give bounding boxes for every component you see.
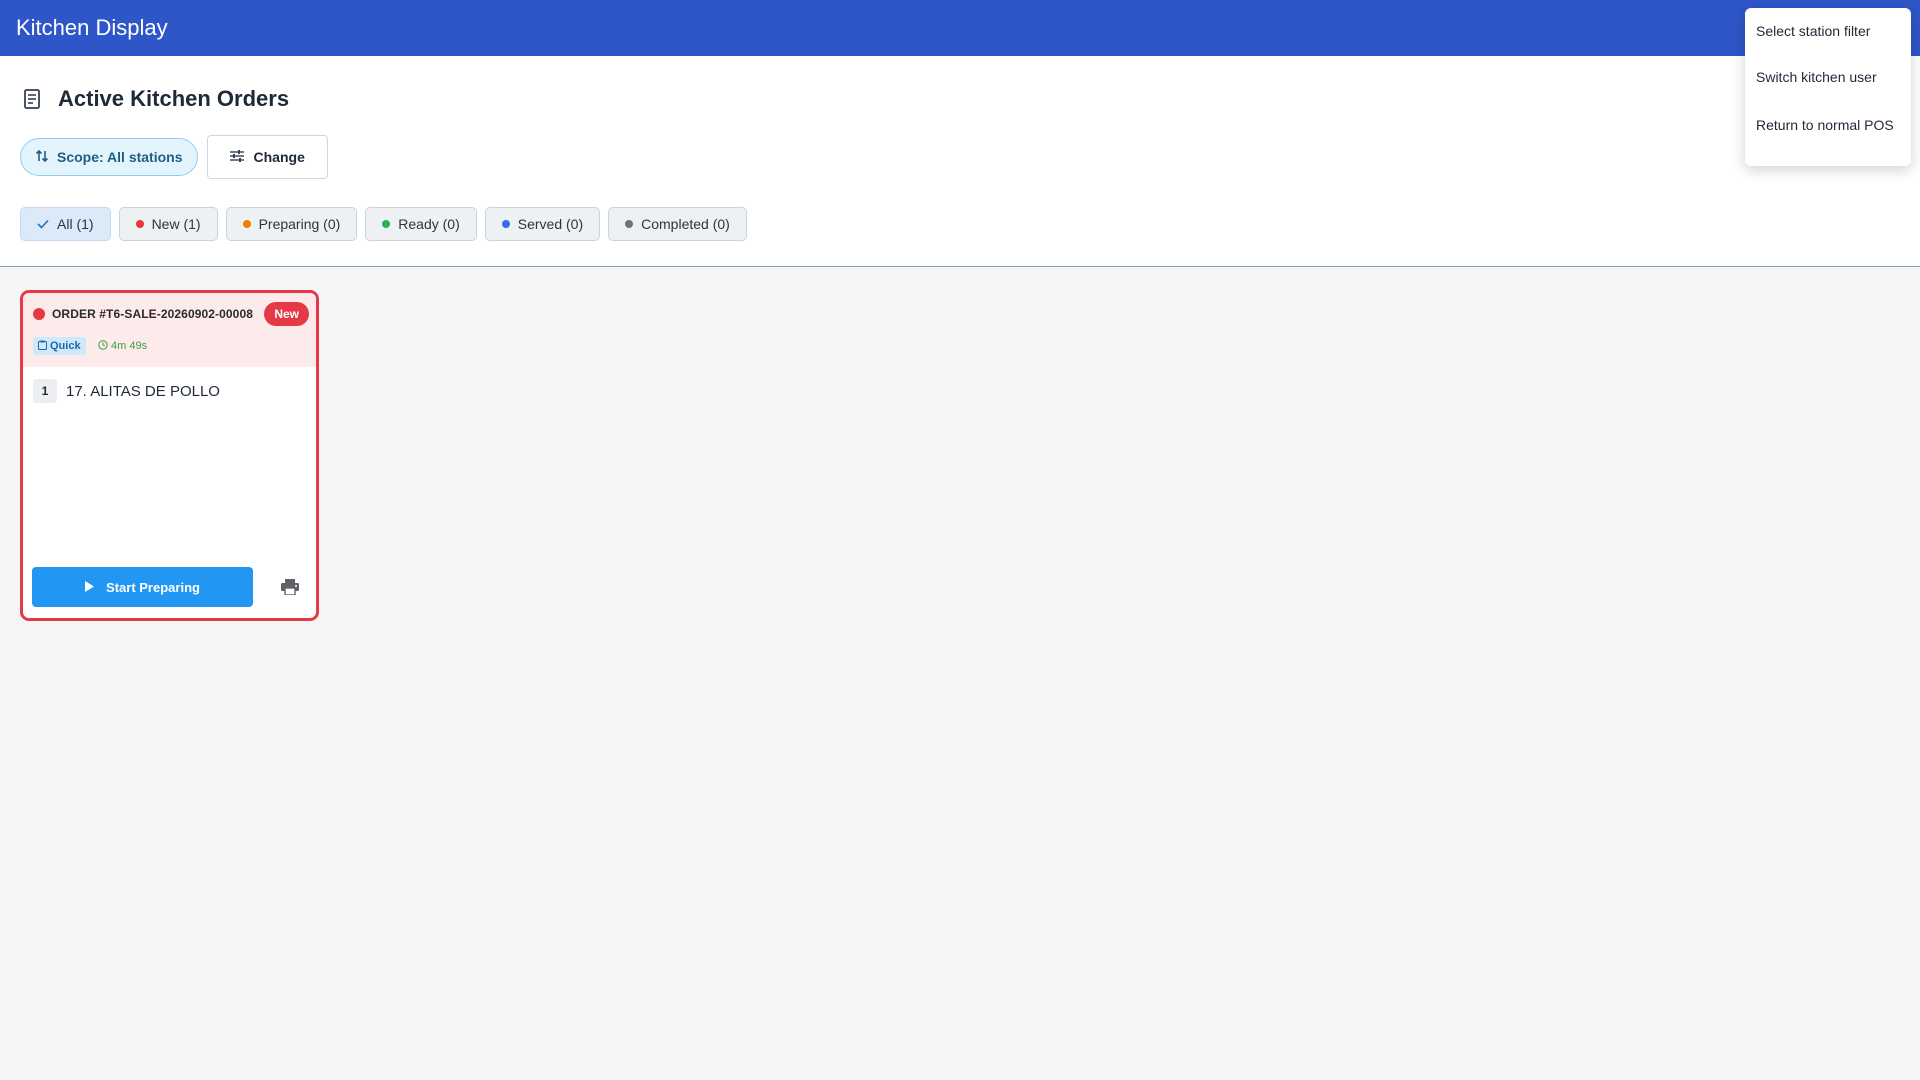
filter-label: Served (0) (517, 216, 584, 232)
clock-icon (98, 339, 108, 353)
order-card[interactable]: ORDER #T6-SALE-20260902-00008 New Quick … (20, 290, 319, 621)
start-preparing-label: Start Preparing (106, 579, 200, 595)
status-dot (135, 220, 144, 228)
status-dot (625, 220, 634, 228)
filter-label: All (1) (57, 216, 94, 232)
check-icon (37, 216, 49, 232)
elapsed-time: 4m 49s (111, 340, 148, 352)
start-preparing-button[interactable]: Start Preparing (32, 567, 253, 607)
elapsed-timer: 4m 49s (98, 337, 147, 355)
item-name: 17. ALITAS DE POLLO (66, 382, 220, 400)
menu-item-return-to-normal-pos[interactable]: Return to normal POS (1745, 101, 1911, 149)
play-icon (85, 580, 95, 595)
status-dot (382, 220, 391, 228)
scope-label: Scope: All stations (57, 149, 183, 165)
menu-item-select-station-filter[interactable]: Select station filter (1745, 23, 1911, 53)
scope-row: Scope: All stations Change (20, 135, 328, 179)
filter-label: Preparing (0) (258, 216, 341, 232)
order-type-label: Quick (50, 340, 81, 352)
app-title: Kitchen Display (16, 15, 168, 40)
page-heading: Active Kitchen Orders (20, 86, 289, 112)
receipt-icon (20, 87, 44, 111)
order-card-header: ORDER #T6-SALE-20260902-00008 New Quick … (23, 293, 316, 367)
print-icon[interactable] (278, 575, 302, 599)
order-type-badge: Quick (33, 337, 86, 355)
filter-label: Completed (0) (641, 216, 730, 232)
order-status-dot (33, 308, 45, 320)
filter-label: New (1) (151, 216, 201, 232)
app-bar: Kitchen Display (0, 0, 1920, 56)
filter-new[interactable]: New (1) (118, 207, 218, 241)
swap-vertical-icon (35, 149, 49, 166)
filter-completed[interactable]: Completed (0) (608, 207, 747, 241)
scope-chip[interactable]: Scope: All stations (20, 138, 198, 176)
filter-preparing[interactable]: Preparing (0) (225, 207, 358, 241)
order-number: ORDER #T6-SALE-20260902-00008 (52, 307, 253, 321)
status-filter-row: All (1) New (1) Preparing (0) Ready (0) … (20, 207, 747, 241)
tune-icon (229, 149, 244, 165)
filter-served[interactable]: Served (0) (484, 207, 601, 241)
orders-header-panel: Active Kitchen Orders Scope: All station… (0, 56, 1920, 267)
clipboard-icon (38, 340, 47, 353)
filter-label: Ready (0) (398, 216, 460, 232)
status-badge: New (264, 302, 309, 326)
status-dot (242, 220, 251, 228)
options-menu: Select station filter Switch kitchen use… (1745, 8, 1911, 166)
item-quantity: 1 (33, 379, 57, 403)
filter-ready[interactable]: Ready (0) (365, 207, 477, 241)
order-item: 1 17. ALITAS DE POLLO (33, 379, 220, 403)
status-dot (501, 220, 510, 228)
menu-item-switch-kitchen-user[interactable]: Switch kitchen user (1745, 53, 1911, 101)
page-title: Active Kitchen Orders (58, 86, 290, 111)
change-label: Change (253, 149, 305, 165)
filter-all[interactable]: All (1) (20, 207, 111, 241)
change-scope-button[interactable]: Change (206, 135, 328, 179)
